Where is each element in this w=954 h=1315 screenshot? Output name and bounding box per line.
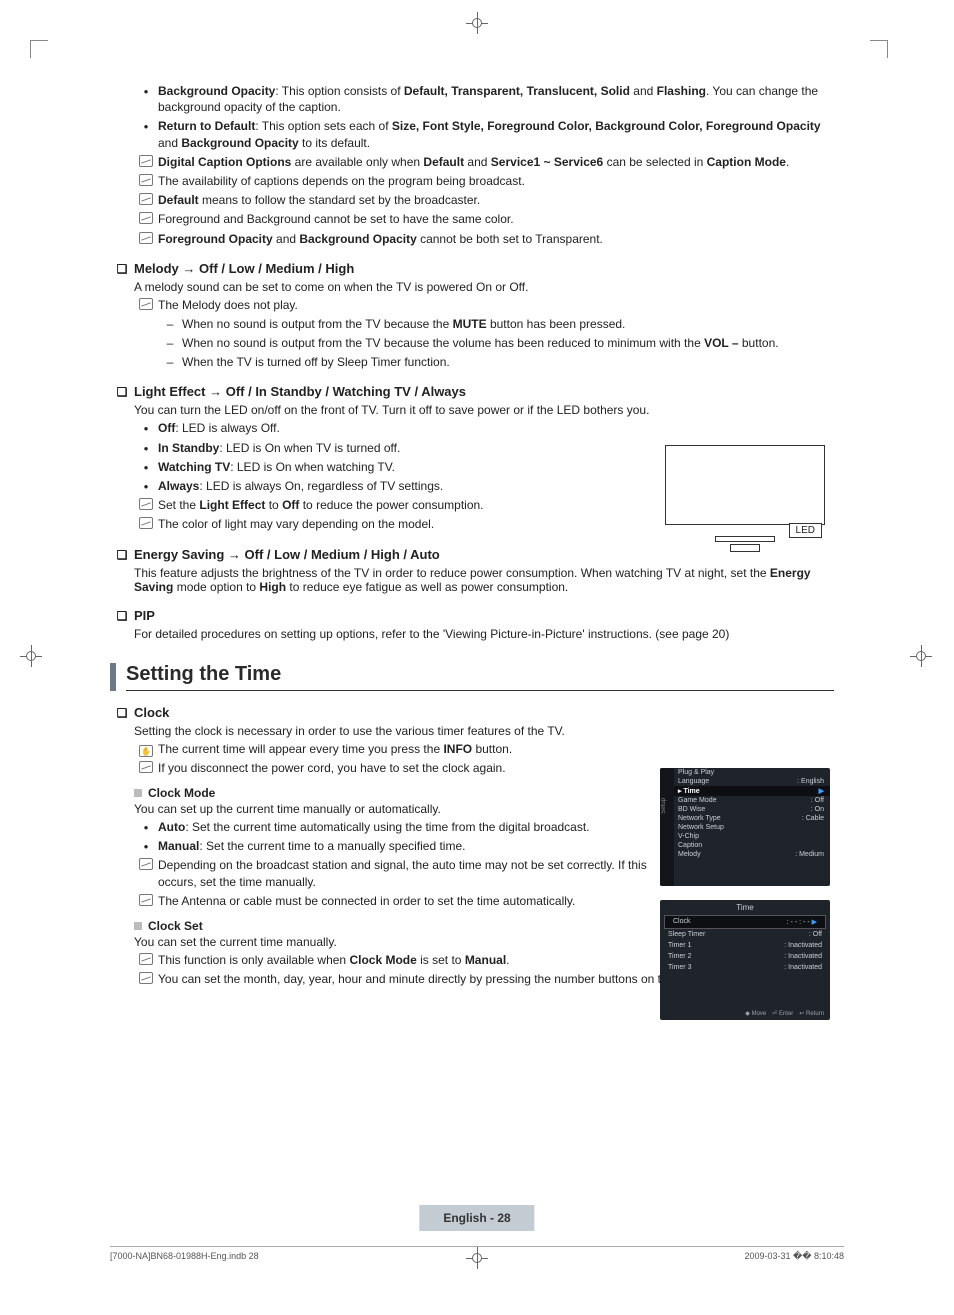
osd-time-menu: Time Clock: - - : - - ▶Sleep Timer: OffT… [660,900,830,1020]
tv-led-label: LED [789,523,822,538]
osd-sidebar-label: Setup [661,798,667,814]
bullet-icon [144,839,149,853]
osd-row: Timer 1: Inactivated [660,940,830,951]
osd-row: Sleep Timer: Off [660,929,830,940]
list-item: When no sound is output from the TV beca… [158,316,834,332]
osd-foot-hint: ↩ Return [799,1010,824,1017]
section-title-bar [110,663,116,691]
osd-foot-hint: ◆ Move [745,1010,766,1017]
light-effect-desc: You can turn the LED on/off on the front… [134,403,654,417]
heading-melody: Melody → Off / Low / Medium / High [110,261,834,276]
melody-desc: A melody sound can be set to come on whe… [134,280,834,294]
note-icon [139,498,153,510]
dash-icon [167,355,174,369]
note-icon [139,298,153,310]
crop-mark-tr [870,40,888,58]
hand-icon: ✋ [139,745,153,757]
tv-led-figure: LED [660,440,830,560]
osd-row: Language: English [660,777,830,786]
bullet-icon [144,421,149,435]
print-footer-right: 2009-03-31 �� 8:10:48 [744,1251,844,1262]
clock-hand-note: ✋The current time will appear every time… [134,741,834,757]
tv-base [715,536,775,542]
dash-icon [167,336,174,350]
note-icon [139,953,153,965]
dash-icon [167,317,174,331]
osd-setup-menu: Setup Plug & PlayLanguage: English▸ Time… [660,768,830,886]
osd-row: ▸ Time▶ [660,786,830,796]
note-icon [139,894,153,906]
osd-footer-hints: ◆ Move ⏎ Enter ↩ Return [745,1010,824,1017]
print-footer-left: [7000-NA]BN68-01988H-Eng.indb 28 [110,1251,259,1262]
list-item: The availability of captions depends on … [134,173,834,189]
note-icon [139,193,153,205]
osd-row: Timer 2: Inactivated [660,951,830,962]
print-footer: [7000-NA]BN68-01988H-Eng.indb 28 2009-03… [110,1246,844,1262]
list-item: Foreground Opacity and Background Opacit… [134,231,834,247]
list-item: When no sound is output from the TV beca… [158,335,834,351]
note-icon [139,761,153,773]
osd-sidebar [660,768,674,886]
page-footer-label: English - 28 [419,1205,534,1231]
osd-row: Network Type: Cable [660,814,830,823]
note-icon [139,232,153,244]
clock-desc: Setting the clock is necessary in order … [134,724,654,738]
melody-dash-list: When no sound is output from the TV beca… [158,316,834,371]
list-item: Foreground and Background cannot be set … [134,211,834,227]
heading-pip: PIP [110,608,834,623]
bullet-icon [144,441,149,455]
registration-mark-left [20,645,42,667]
list-item: When the TV is turned off by Sleep Timer… [158,354,834,370]
osd-row: Timer 3: Inactivated [660,962,830,973]
section-title: Setting the Time [126,663,834,691]
osd-time-title: Time [660,900,830,915]
bullet-icon [144,119,149,133]
osd-row: V-Chip [660,832,830,841]
note-icon [139,155,153,167]
crop-mark-tl [30,40,48,58]
heading-light-effect: Light Effect → Off / In Standby / Watchi… [110,384,834,399]
list-item: Background Opacity: This option consists… [134,83,834,115]
top-note-list: Digital Caption Options are available on… [134,154,834,247]
osd-row: Caption [660,841,830,850]
list-item: Return to Default: This option sets each… [134,118,834,150]
list-item: Digital Caption Options are available on… [134,154,834,170]
tv-stand [730,544,760,552]
osd-row: Plug & Play [660,768,830,777]
section-title-wrap: Setting the Time [110,663,834,691]
note-icon [139,517,153,529]
heading-clock: Clock [110,705,834,720]
top-bullet-list: Background Opacity: This option consists… [134,83,834,151]
grey-square-icon [134,789,142,797]
registration-mark-right [910,645,932,667]
grey-square-icon [134,922,142,930]
bullet-icon [144,820,149,834]
osd-row: BD Wise: On [660,805,830,814]
note-icon [139,174,153,186]
osd-row: Game Mode: Off [660,796,830,805]
osd-row: Network Setup [660,823,830,832]
note-icon [139,212,153,224]
bullet-icon [144,460,149,474]
registration-mark-top [466,12,488,34]
energy-saving-desc: This feature adjusts the brightness of t… [134,566,834,594]
list-item: Default means to follow the standard set… [134,192,834,208]
note-icon [139,858,153,870]
osd-foot-hint: ⏎ Enter [772,1010,793,1017]
melody-note: The Melody does not play. [134,297,834,313]
osd-row: Melody: Medium [660,850,830,859]
tv-screen-outline [665,445,825,525]
list-item: Off: LED is always Off. [134,420,834,436]
bullet-icon [144,479,149,493]
osd-row: Clock: - - : - - ▶ [664,915,826,929]
note-icon [139,972,153,984]
clock-mode-desc: You can set up the current time manually… [134,802,654,816]
bullet-icon [144,84,149,98]
pip-desc: For detailed procedures on setting up op… [134,627,834,641]
